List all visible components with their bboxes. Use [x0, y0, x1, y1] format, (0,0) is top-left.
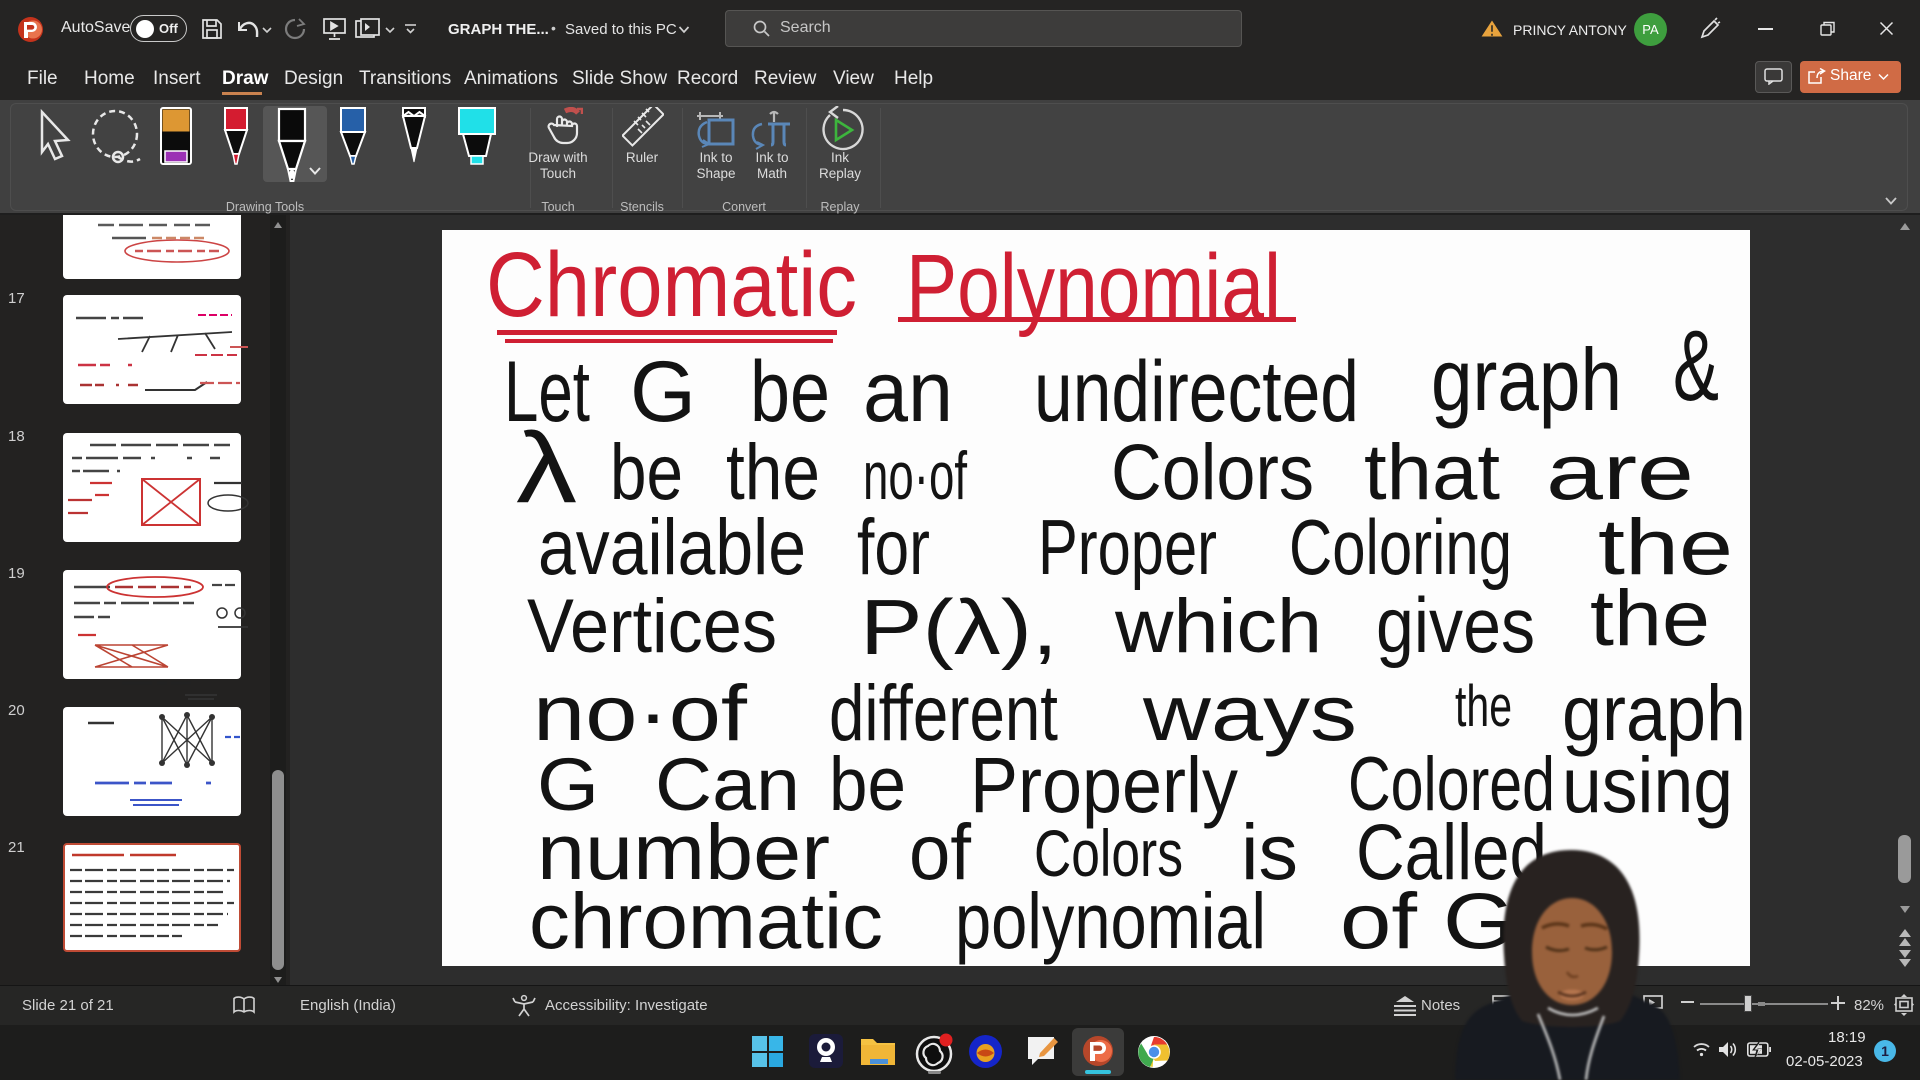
svg-text:available: available	[538, 502, 806, 591]
svg-text:G: G	[630, 344, 696, 440]
svg-text:polynomial: polynomial	[955, 876, 1266, 965]
svg-text:using: using	[1562, 740, 1733, 829]
svg-text:the: the	[1590, 573, 1710, 662]
svg-text:chromatic: chromatic	[529, 876, 883, 965]
svg-text:Vertices: Vertices	[527, 584, 777, 669]
svg-text:Chromatic: Chromatic	[486, 234, 857, 336]
svg-text:an: an	[863, 344, 953, 440]
svg-text:P(λ),: P(λ),	[860, 583, 1058, 671]
svg-text:gives: gives	[1376, 581, 1535, 669]
svg-text:graph: graph	[1431, 330, 1622, 429]
svg-text:Proper: Proper	[1038, 503, 1217, 591]
svg-text:undirected: undirected	[1034, 344, 1359, 440]
svg-text:for: for	[857, 502, 930, 591]
svg-text:the: the	[1455, 674, 1512, 739]
svg-text:be: be	[829, 742, 906, 827]
svg-text:Coloring: Coloring	[1289, 503, 1512, 591]
svg-text:which: which	[1114, 584, 1322, 669]
svg-text:&: &	[1673, 310, 1719, 422]
svg-text:of: of	[1340, 876, 1418, 965]
svg-text:be: be	[750, 344, 830, 440]
svg-text:Polynomial: Polynomial	[906, 236, 1281, 338]
